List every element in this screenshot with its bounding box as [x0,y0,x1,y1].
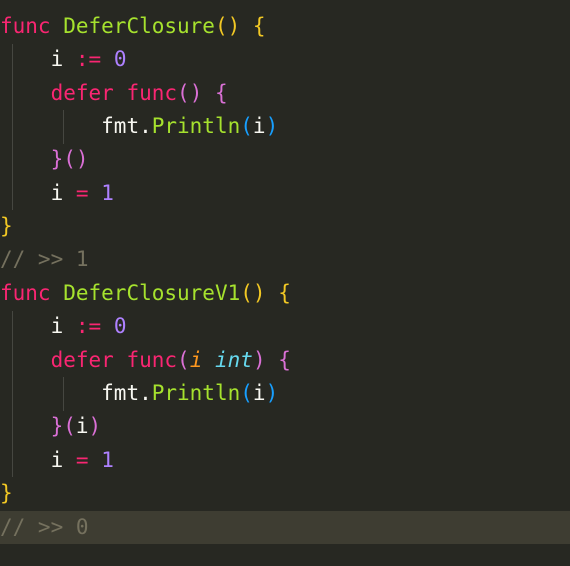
identifier: i [50,448,64,472]
function-name: Println [151,114,241,138]
code-line[interactable]: i := 0 [0,43,570,76]
code-line[interactable]: i := 0 [0,310,570,343]
package-name: fmt. [101,114,152,138]
brace-open: { [278,348,291,372]
bracket: ) [227,14,241,38]
code-line[interactable]: // >> 1 [0,243,570,276]
operator: := [75,47,102,71]
bracket: ( [240,114,253,138]
function-name: DeferClosure [63,14,215,38]
code-line[interactable]: func DeferClosure() { [0,10,570,43]
number-literal: 0 [113,47,127,71]
keyword-func: func [0,281,51,305]
code-line[interactable]: } [0,210,570,243]
code-line[interactable]: }() [0,143,570,176]
brace-close: } [50,414,64,438]
operator: := [75,314,102,338]
brace-close: } [0,214,13,238]
number-literal: 0 [113,314,127,338]
keyword-func: func [126,348,178,372]
code-line[interactable]: defer func() { [0,77,570,110]
bracket: ( [177,81,190,105]
bracket: ( [63,414,76,438]
current-code-line[interactable]: // >> 0 [0,511,570,544]
code-line[interactable]: fmt.Println(i) [0,377,570,410]
comment: // >> 1 [0,247,89,271]
package-name: fmt. [101,381,152,405]
number-literal: 1 [101,448,114,472]
identifier: i [50,47,64,71]
brace-open: { [278,281,291,305]
keyword-func: func [0,14,51,38]
code-line[interactable]: }(i) [0,410,570,443]
keyword-defer: defer [50,348,114,372]
identifier: i [50,314,64,338]
parameter-name: i [189,348,203,372]
bracket: ( [63,147,76,171]
code-line[interactable]: i = 1 [0,444,570,477]
bracket: ) [88,414,102,438]
identifier: i [252,381,266,405]
identifier: i [75,414,89,438]
bracket: ) [252,348,266,372]
function-name: DeferClosureV1 [63,281,241,305]
code-line[interactable]: func DeferClosureV1() { [0,277,570,310]
comment: // >> 0 [0,515,89,539]
code-line[interactable]: defer func(i int) { [0,344,570,377]
function-name: Println [151,381,241,405]
code-editor[interactable]: func DeferClosure() { i := 0 defer func(… [0,0,570,566]
brace-open: { [252,14,266,38]
code-line[interactable]: i = 1 [0,177,570,210]
bracket: ( [240,281,253,305]
bracket: ( [177,348,190,372]
number-literal: 1 [101,181,114,205]
type-name: int [215,348,253,372]
code-line[interactable]: } [0,477,570,510]
brace-open: { [215,81,228,105]
code-line[interactable]: fmt.Println(i) [0,110,570,143]
keyword-func: func [126,81,178,105]
bracket: ) [265,114,279,138]
bracket: ( [240,381,253,405]
operator: = [75,448,89,472]
identifier: i [50,181,64,205]
bracket: ) [252,281,266,305]
bracket: ) [189,81,203,105]
identifier: i [252,114,266,138]
bracket: ) [265,381,279,405]
keyword-defer: defer [50,81,114,105]
brace-close: } [0,481,13,505]
operator: = [75,181,89,205]
bracket: ( [214,14,228,38]
brace-close: } [50,147,64,171]
bracket: ) [75,147,89,171]
